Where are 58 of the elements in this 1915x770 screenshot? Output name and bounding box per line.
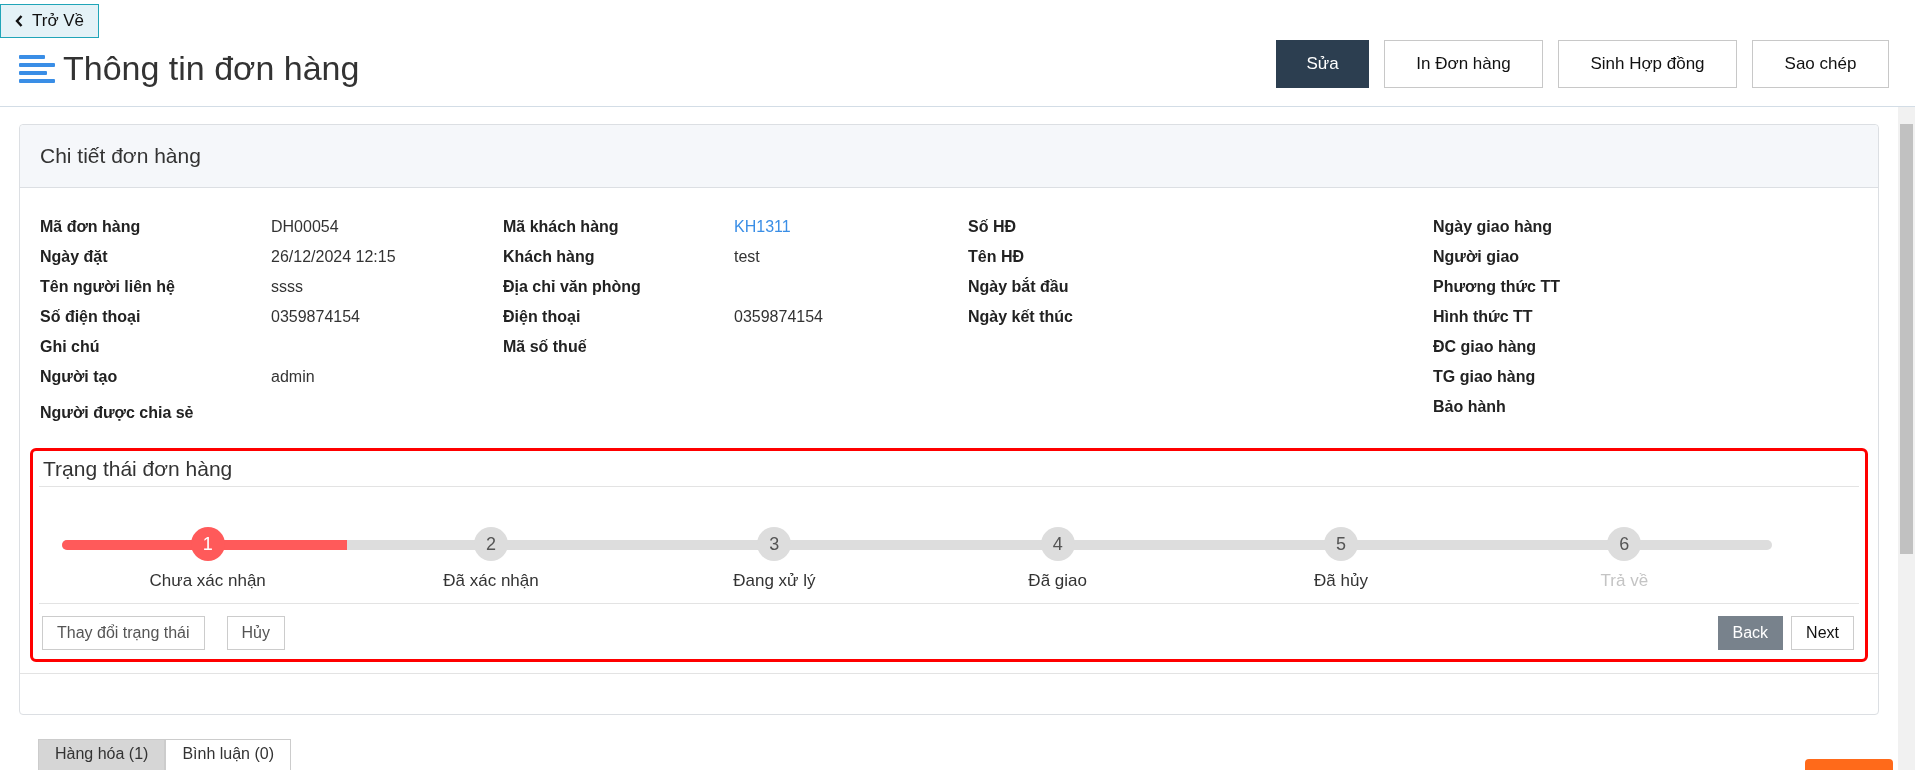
step-label: Chưa xác nhận [149,571,266,591]
card-title: Chi tiết đơn hàng [40,144,201,168]
section-title: Trạng thái đơn hàng [42,456,234,482]
field-value: test [734,248,760,266]
scrollbar[interactable] [1898,107,1915,770]
field-label: Điện thoại [503,308,582,326]
step-label: Đã giao [1028,571,1087,591]
list-icon [19,54,55,83]
return-link-button[interactable]: Trở Về [0,4,100,38]
field-label: Tên người liên hệ [40,278,176,296]
field-label: Hình thức TT [1433,308,1534,326]
field-label: Ngày đặt [40,248,109,266]
field-label: Mã số thuế [503,338,588,356]
field-label: Người giao [1433,248,1521,266]
field-label: Mã đơn hàng [40,218,142,236]
field-label: Bảo hành [1433,398,1507,416]
field-label: Địa chỉ văn phòng [503,278,642,296]
field-value: DH00054 [271,218,339,236]
field-label: Tên HĐ [968,248,1025,266]
action-button[interactable]: In Đơn hàng [1384,40,1543,88]
field-value: 0359874154 [271,308,360,326]
step-label: Đã hủy [1314,571,1368,591]
field-label: Người tạo [40,368,119,386]
field-value: admin [271,368,315,386]
action-button[interactable]: Sao chép [1752,40,1889,88]
step-label: Trả về [1600,571,1649,591]
step-label: Đang xử lý [733,571,816,591]
step-label: Đã xác nhận [443,571,539,591]
chevron-left-icon [15,15,23,27]
field-value: 0359874154 [734,308,823,326]
field-label: Số điện thoại [40,308,142,326]
field-label: Ngày kết thúc [968,308,1074,326]
back-step-button[interactable]: Back [1717,616,1784,650]
field-label: Người được chia sẻ [40,404,195,422]
field-label: Mã khách hàng [503,218,620,236]
action-button[interactable]: Sinh Hợp đồng [1558,40,1737,88]
field-label: Ngày giao hàng [1433,218,1554,236]
status-button[interactable]: Hủy [226,616,285,650]
step-number[interactable]: 5 [1324,527,1358,561]
next-step-button[interactable]: Next [1791,616,1854,650]
field-label: TG giao hàng [1433,368,1537,386]
step-number[interactable]: 3 [757,527,792,561]
tab[interactable]: Hàng hóa (1) [38,739,166,770]
scrollbar-thumb[interactable] [1900,124,1913,554]
field-value: ssss [271,278,303,296]
field-label: Khách hàng [503,248,596,266]
step-number[interactable]: 2 [474,527,508,561]
action-button[interactable]: Sửa [1276,40,1369,88]
field-label: Ghi chú [40,338,101,356]
step-number[interactable]: 4 [1040,527,1075,561]
tab[interactable]: Bình luận (0) [165,739,291,770]
field-label: Ngày bắt đầu [968,278,1070,296]
status-button[interactable]: Thay đổi trạng thái [42,616,205,650]
page-title: Thông tin đơn hàng [63,49,360,88]
field-label: ĐC giao hàng [1433,338,1538,356]
field-value: 26/12/2024 12:15 [271,248,396,266]
field-label: Số HĐ [968,218,1017,236]
field-label: Phương thức TT [1433,278,1561,296]
